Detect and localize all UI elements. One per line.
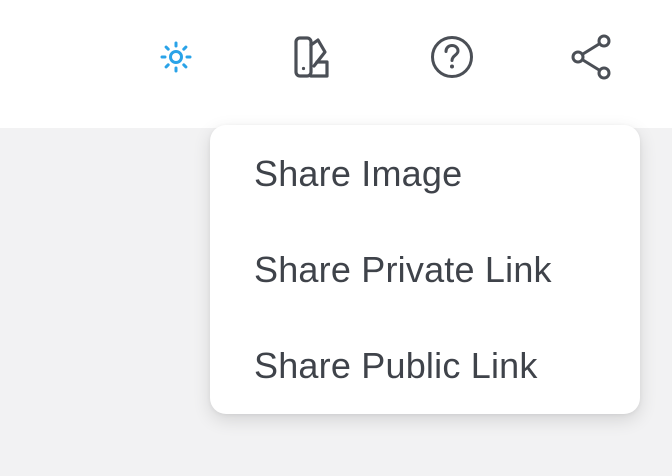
share-public-link-menu-item[interactable]: Share Public Link: [210, 318, 640, 414]
help-circle-icon: [431, 36, 473, 78]
share-image-menu-item[interactable]: Share Image: [210, 126, 640, 222]
menu-item-label: Share Image: [254, 153, 463, 194]
top-toolbar: [0, 0, 672, 128]
share-icon: [571, 34, 611, 80]
palette-button[interactable]: [283, 28, 341, 86]
sun-icon: [160, 41, 192, 73]
theme-toggle-button[interactable]: [147, 28, 205, 86]
share-private-link-menu-item[interactable]: Share Private Link: [210, 222, 640, 318]
help-button[interactable]: [423, 28, 481, 86]
share-dropdown-menu: Share Image Share Private Link Share Pub…: [210, 125, 640, 414]
menu-item-label: Share Public Link: [254, 345, 538, 386]
menu-item-label: Share Private Link: [254, 249, 552, 290]
share-button[interactable]: [563, 28, 621, 86]
palette-icon: [294, 36, 329, 78]
